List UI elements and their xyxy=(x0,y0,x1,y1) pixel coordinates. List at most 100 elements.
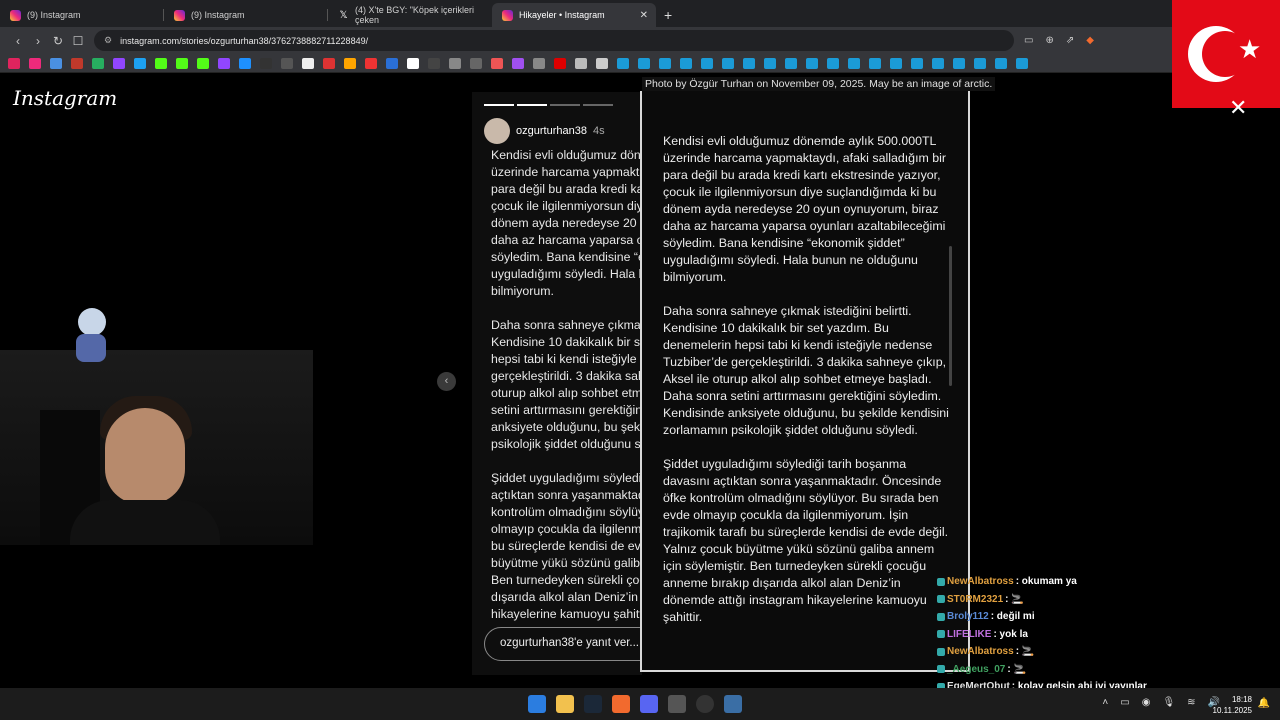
bookmark-icon[interactable] xyxy=(155,57,167,69)
chat-username[interactable]: ST0RM2321 xyxy=(947,594,1003,605)
bookmark-icon[interactable] xyxy=(827,57,839,69)
bookmark-icon[interactable] xyxy=(449,57,461,69)
bookmark-icon[interactable] xyxy=(869,57,881,69)
bookmark-icon[interactable]: ☐ xyxy=(68,34,88,48)
bookmark-icon[interactable] xyxy=(29,57,41,69)
bookmark-icon[interactable] xyxy=(8,57,20,69)
bookmark-icon[interactable] xyxy=(575,57,587,69)
bookmark-icon[interactable] xyxy=(848,57,860,69)
url-bar[interactable]: ⚙ instagram.com/stories/ozgurturhan38/37… xyxy=(94,30,1014,51)
chat-username[interactable]: _Aegeus_07 xyxy=(947,664,1005,675)
bookmark-icon[interactable] xyxy=(218,57,230,69)
bookmark-icon[interactable] xyxy=(638,57,650,69)
bookmark-icon[interactable] xyxy=(323,57,335,69)
scrollbar[interactable] xyxy=(949,246,952,386)
bookmark-icon[interactable] xyxy=(92,57,104,69)
x-icon: 𝕏 xyxy=(339,9,348,21)
new-tab-button[interactable]: + xyxy=(656,7,680,27)
bookmark-icon[interactable] xyxy=(512,57,524,69)
site-settings-icon[interactable]: ⚙ xyxy=(104,35,112,46)
bookmark-icon[interactable] xyxy=(953,57,965,69)
chat-username[interactable]: Broly112 xyxy=(947,611,989,622)
zoom-icon[interactable]: ⊕ xyxy=(1045,35,1053,46)
bookmark-icon[interactable] xyxy=(764,57,776,69)
settings-icon[interactable] xyxy=(724,695,742,713)
bookmark-icon[interactable] xyxy=(491,57,503,69)
battery-icon[interactable]: ▭ xyxy=(1120,697,1129,708)
bookmark-icon[interactable] xyxy=(617,57,629,69)
brave-icon[interactable] xyxy=(612,695,630,713)
bookmark-icon[interactable] xyxy=(554,57,566,69)
bookmark-icon[interactable] xyxy=(722,57,734,69)
windows-taskbar: ˄ ▭ ◉ 🎙 ≋ 🔊 18:18 10.11.2025 🔔 xyxy=(0,688,1280,720)
bookmark-icon[interactable] xyxy=(365,57,377,69)
bookmark-icon[interactable] xyxy=(743,57,755,69)
tab-stories[interactable]: Hikayeler • Instagram ✕ xyxy=(492,3,656,27)
discord-icon[interactable] xyxy=(640,695,658,713)
bookmark-icon[interactable] xyxy=(533,57,545,69)
steam-icon[interactable] xyxy=(584,695,602,713)
bookmark-icon[interactable] xyxy=(470,57,482,69)
bookmark-icon[interactable] xyxy=(176,57,188,69)
bookmark-icon[interactable] xyxy=(995,57,1007,69)
bookmark-icon[interactable] xyxy=(197,57,209,69)
story-text: Kendisi evli olduğumuz dönemde aylık 500… xyxy=(491,148,642,621)
wifi-icon[interactable]: ≋ xyxy=(1187,697,1195,708)
network-icon[interactable]: ◉ xyxy=(1142,697,1151,708)
bookmark-icon[interactable] xyxy=(785,57,797,69)
bookmark-icon[interactable] xyxy=(974,57,986,69)
bookmark-icon[interactable] xyxy=(386,57,398,69)
bookmark-icon[interactable] xyxy=(302,57,314,69)
file-explorer-icon[interactable] xyxy=(556,695,574,713)
bookmark-icon[interactable] xyxy=(344,57,356,69)
start-icon[interactable] xyxy=(528,695,546,713)
bookmark-icon[interactable] xyxy=(260,57,272,69)
chat-text: : değil mi xyxy=(990,611,1035,623)
bookmark-icon[interactable] xyxy=(659,57,671,69)
bookmark-icon[interactable] xyxy=(50,57,62,69)
close-tab-icon[interactable]: ✕ xyxy=(640,10,648,21)
close-icon[interactable]: ✕ xyxy=(1229,95,1247,121)
chat-username[interactable]: NewAlbatross xyxy=(947,646,1014,657)
bookmark-icon[interactable] xyxy=(680,57,692,69)
bookmark-icon[interactable] xyxy=(281,57,293,69)
mic-icon[interactable]: 🎙 xyxy=(1162,697,1175,708)
back-icon[interactable]: ‹ xyxy=(8,34,28,48)
forward-icon[interactable]: › xyxy=(28,34,48,48)
story-username[interactable]: ozgurturhan38 xyxy=(516,125,587,137)
reload-icon[interactable]: ↻ xyxy=(48,34,68,48)
bookmark-icon[interactable] xyxy=(71,57,83,69)
bookmark-icon[interactable] xyxy=(134,57,146,69)
system-clock[interactable]: 18:18 10.11.2025 xyxy=(1213,694,1252,716)
chat-username[interactable]: LIFELIKE xyxy=(947,629,991,640)
tab-instagram-2[interactable]: (9) Instagram xyxy=(164,3,328,27)
bookmark-icon[interactable] xyxy=(407,57,419,69)
bookmark-icon[interactable] xyxy=(113,57,125,69)
reply-input[interactable]: ozgurturhan38'e yanıt ver... xyxy=(484,627,642,661)
instagram-logo[interactable]: Instagram xyxy=(13,86,117,110)
bookmark-icon[interactable] xyxy=(806,57,818,69)
story-viewer: Kendisi evli olduğumuz dönemde aylık 500… xyxy=(472,92,642,675)
tab-title: (9) Instagram xyxy=(191,10,245,20)
bookmark-icon[interactable] xyxy=(911,57,923,69)
chevron-up-icon[interactable]: ˄ xyxy=(1102,697,1108,708)
bookmark-icon[interactable] xyxy=(239,57,251,69)
tab-x[interactable]: 𝕏 (4) X'te BGY: "Köpek içerikleri çeken xyxy=(328,3,492,27)
notification-icon[interactable]: 🔔 xyxy=(1258,698,1270,709)
tab-title: (4) X'te BGY: "Köpek içerikleri çeken xyxy=(355,5,474,25)
cast-icon[interactable]: ▭ xyxy=(1024,35,1033,46)
bookmark-icon[interactable] xyxy=(1016,57,1028,69)
avatar[interactable] xyxy=(484,118,510,144)
bookmark-icon[interactable] xyxy=(932,57,944,69)
previous-story-icon[interactable]: ‹ xyxy=(437,372,456,391)
tab-instagram-1[interactable]: (9) Instagram xyxy=(0,3,164,27)
bookmark-icon[interactable] xyxy=(596,57,608,69)
bookmark-icon[interactable] xyxy=(890,57,902,69)
obs-icon[interactable] xyxy=(696,695,714,713)
bookmark-icon[interactable] xyxy=(428,57,440,69)
chat-username[interactable]: NewAlbatross xyxy=(947,576,1014,587)
bookmark-icon[interactable] xyxy=(701,57,713,69)
app-icon[interactable] xyxy=(668,695,686,713)
brave-shield-icon[interactable]: ◆ xyxy=(1086,35,1094,46)
share-icon[interactable]: ⇗ xyxy=(1066,35,1074,46)
